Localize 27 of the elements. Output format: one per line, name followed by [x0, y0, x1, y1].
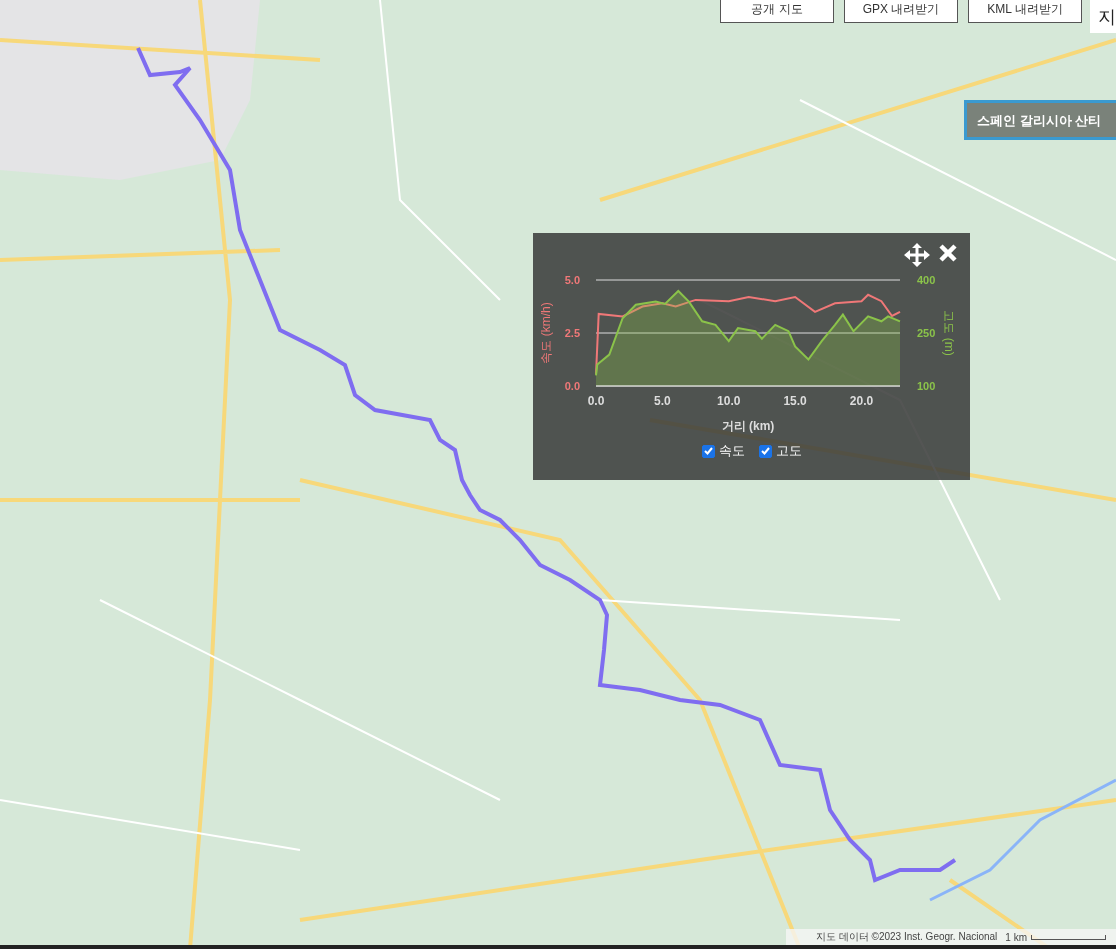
x-tick-label: 10.0: [717, 394, 741, 408]
y-tick-label: 0.0: [564, 380, 580, 392]
toolbar-button[interactable]: 공개 지도: [720, 0, 834, 23]
x-axis-title: 거리 (km): [721, 419, 775, 433]
x-tick-label: 20.0: [849, 394, 874, 408]
x-tick-label: 5.0: [654, 394, 671, 408]
close-icon[interactable]: [938, 243, 958, 263]
legend-checkbox[interactable]: [701, 444, 715, 458]
x-tick-label: 0.0: [587, 394, 605, 408]
map-type-button[interactable]: 지: [1090, 0, 1116, 33]
y-tick-label: 250: [917, 327, 936, 339]
route-title: 스페인 갈리시아 산티: [964, 100, 1116, 140]
y-tick-label: 5.0: [564, 274, 580, 286]
toolbar-button[interactable]: KML 내려받기: [968, 0, 1082, 23]
y-axis-title: 고도 (m): [942, 310, 956, 356]
scale-label: 1 km: [1005, 931, 1027, 943]
attribution-text: 지도 데이터 ©2023 Inst. Geogr. Nacional: [816, 930, 998, 944]
y-axis-title: 속도 (km/h): [539, 302, 553, 364]
y-tick-label: 100: [917, 380, 936, 392]
legend-label: 고도: [775, 442, 802, 460]
y-tick-label: 2.5: [564, 327, 580, 339]
x-tick-label: 15.0: [783, 394, 807, 408]
legend-label: 속도: [718, 442, 745, 460]
toolbar-button[interactable]: GPX 내려받기: [844, 0, 958, 23]
y-tick-label: 400: [917, 274, 936, 286]
move-icon[interactable]: [904, 243, 930, 267]
legend-checkbox[interactable]: [758, 444, 772, 458]
